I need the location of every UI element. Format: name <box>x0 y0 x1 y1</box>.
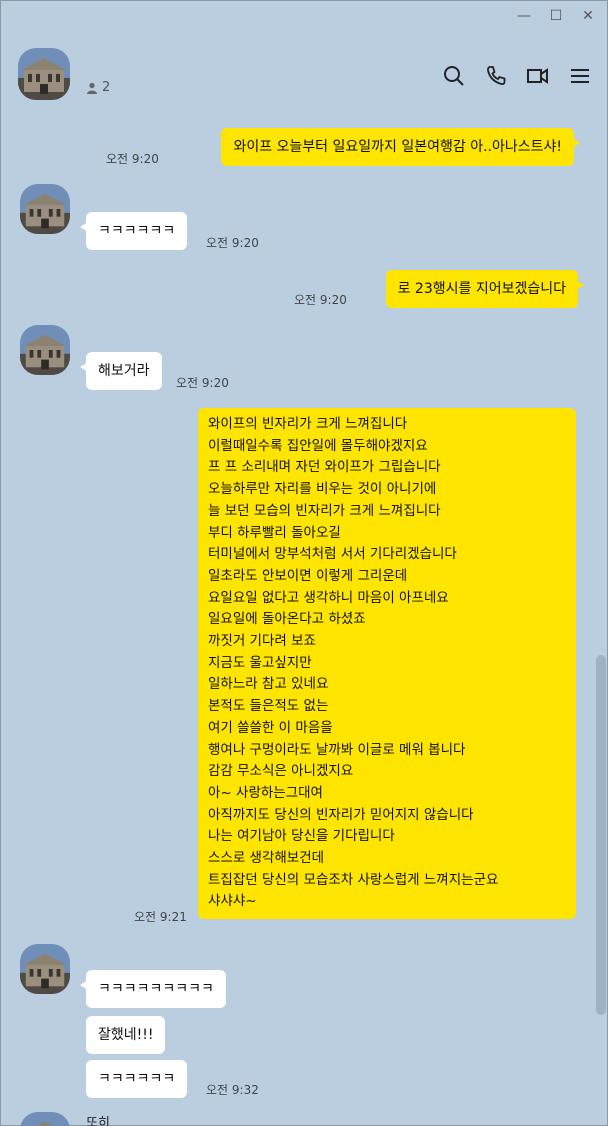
my-message-bubble[interactable]: 로 23행시를 지어보겠습니다 <box>385 270 585 308</box>
other-message-bubble[interactable]: ㅋㅋㅋㅋㅋㅋ <box>79 212 188 250</box>
sender-avatar[interactable] <box>20 325 70 375</box>
member-count-value: 2 <box>102 80 111 95</box>
sender-avatar[interactable] <box>20 944 70 994</box>
message-time: 오전 9:20 <box>176 376 229 390</box>
menu-icon[interactable] <box>568 64 592 88</box>
minimize-button[interactable]: — <box>516 8 532 24</box>
building-photo-icon <box>20 1112 70 1126</box>
message-time: 오전 9:32 <box>206 1083 259 1097</box>
sender-avatar[interactable] <box>20 184 70 234</box>
close-button[interactable]: ✕ <box>580 8 596 24</box>
building-photo-icon <box>20 184 70 234</box>
scrollbar-thumb[interactable] <box>596 655 606 1015</box>
message-time: 오전 9:20 <box>294 293 347 307</box>
sender-avatar[interactable] <box>20 1112 70 1126</box>
header-actions <box>442 64 592 88</box>
sender-name: 또히 <box>86 1116 110 1126</box>
phone-icon[interactable] <box>484 64 508 88</box>
building-photo-icon <box>18 48 70 100</box>
my-message-bubble[interactable]: 와이프의 빈자리가 크게 느껴집니다 이럴때일수록 집안일에 몰두해야겠지요 프… <box>198 408 576 920</box>
video-icon[interactable] <box>526 64 550 88</box>
maximize-button[interactable]: ☐ <box>548 8 564 24</box>
other-message-bubble[interactable]: 해보거라 <box>80 352 162 390</box>
search-icon[interactable] <box>442 64 466 88</box>
building-photo-icon <box>20 325 70 375</box>
message-time: 오전 9:20 <box>106 152 159 166</box>
window-controls: — ☐ ✕ <box>516 8 596 24</box>
message-time: 오전 9:21 <box>134 910 187 924</box>
my-message-bubble[interactable]: 와이프 오늘부터 일요일까지 일본여행감 아..아나스트샤! <box>221 128 580 166</box>
building-photo-icon <box>20 944 70 994</box>
other-message-bubble[interactable]: 잘했네!!! <box>86 1016 166 1054</box>
room-avatar[interactable] <box>18 48 70 100</box>
chat-header: 2 <box>0 40 608 110</box>
message-time: 오전 9:20 <box>206 236 259 250</box>
other-message-bubble[interactable]: ㅋㅋㅋㅋㅋㅋ <box>86 1060 188 1098</box>
person-icon <box>87 82 97 94</box>
member-count: 2 <box>86 80 110 95</box>
other-message-bubble[interactable]: ㅋㅋㅋㅋㅋㅋㅋㅋㅋ <box>80 970 226 1008</box>
